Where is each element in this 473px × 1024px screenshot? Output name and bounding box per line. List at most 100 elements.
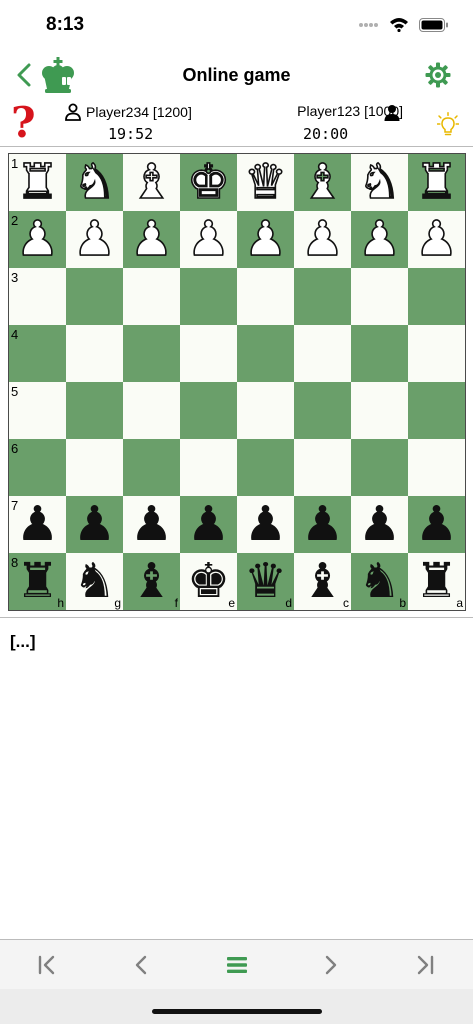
- last-move-icon[interactable]: [412, 952, 438, 978]
- board-square[interactable]: [408, 439, 465, 496]
- board-square[interactable]: ♜: [408, 153, 465, 211]
- black-pawn-piece[interactable]: ♟: [408, 496, 465, 553]
- white-rook-piece[interactable]: ♜: [9, 153, 66, 211]
- board-square[interactable]: [351, 268, 408, 325]
- board-square[interactable]: 2 ♟: [9, 210, 66, 268]
- board-square[interactable]: 5: [9, 382, 66, 439]
- board-square[interactable]: ♟: [237, 496, 294, 553]
- board-square[interactable]: 4: [9, 325, 66, 382]
- board-square[interactable]: [351, 325, 408, 382]
- board-square[interactable]: ♝: [123, 153, 180, 211]
- board-square[interactable]: [294, 268, 351, 325]
- move-notation-text[interactable]: [...]: [10, 632, 36, 652]
- board-square[interactable]: a ♜: [408, 553, 465, 610]
- white-knight-piece[interactable]: ♞: [351, 153, 408, 211]
- board-square[interactable]: [351, 439, 408, 496]
- black-pawn-piece[interactable]: ♟: [9, 496, 66, 553]
- board-square[interactable]: [180, 268, 237, 325]
- white-pawn-piece[interactable]: ♟: [408, 210, 465, 268]
- board-square[interactable]: [180, 382, 237, 439]
- white-pawn-piece[interactable]: ♟: [9, 210, 66, 268]
- board-square[interactable]: d ♛: [237, 553, 294, 610]
- chess-board[interactable]: 1 ♜ ♞ ♝ ♚ ♛ ♝ ♞ ♜ 2 ♟ ♟ ♟ ♟ ♟ ♟ ♟ ♟ 3 4 5 6 7 ♟ ♟ ♟ ♟ ♟ ♟ ♟ ♟ 8 h ♜ g ♞ f ♝ e ♚…: [8, 153, 466, 611]
- board-square[interactable]: ♟: [66, 496, 123, 553]
- board-square[interactable]: ♟: [351, 496, 408, 553]
- black-bishop-piece[interactable]: ♝: [123, 553, 180, 610]
- board-square[interactable]: ♟: [351, 210, 408, 268]
- board-square[interactable]: ♟: [180, 210, 237, 268]
- board-square[interactable]: ♟: [237, 210, 294, 268]
- white-pawn-piece[interactable]: ♟: [180, 210, 237, 268]
- board-square[interactable]: [123, 268, 180, 325]
- board-square[interactable]: [180, 325, 237, 382]
- previous-move-icon[interactable]: [128, 952, 154, 978]
- board-square[interactable]: ♛: [237, 153, 294, 211]
- board-square[interactable]: ♟: [294, 210, 351, 268]
- first-move-icon[interactable]: [34, 952, 60, 978]
- white-pawn-piece[interactable]: ♟: [66, 210, 123, 268]
- menu-icon[interactable]: [224, 952, 250, 978]
- white-bishop-piece[interactable]: ♝: [123, 153, 180, 211]
- black-bishop-piece[interactable]: ♝: [294, 553, 351, 610]
- black-rook-piece[interactable]: ♜: [408, 553, 465, 610]
- board-square[interactable]: [237, 382, 294, 439]
- black-knight-piece[interactable]: ♞: [66, 553, 123, 610]
- question-mark-icon[interactable]: ?: [11, 98, 36, 147]
- board-square[interactable]: 3: [9, 268, 66, 325]
- board-square[interactable]: ♟: [294, 496, 351, 553]
- board-square[interactable]: [237, 325, 294, 382]
- board-square[interactable]: ♝: [294, 153, 351, 211]
- board-square[interactable]: 7 ♟: [9, 496, 66, 553]
- gear-icon[interactable]: [425, 62, 451, 88]
- board-square[interactable]: ♟: [408, 496, 465, 553]
- board-square[interactable]: [294, 439, 351, 496]
- board-square[interactable]: g ♞: [66, 553, 123, 610]
- white-knight-piece[interactable]: ♞: [66, 153, 123, 211]
- black-knight-piece[interactable]: ♞: [351, 553, 408, 610]
- board-square[interactable]: [294, 325, 351, 382]
- white-queen-piece[interactable]: ♛: [237, 153, 294, 211]
- board-square[interactable]: [408, 268, 465, 325]
- board-square[interactable]: ♟: [180, 496, 237, 553]
- board-square[interactable]: [408, 382, 465, 439]
- board-square[interactable]: 1 ♜: [9, 153, 66, 211]
- black-pawn-piece[interactable]: ♟: [294, 496, 351, 553]
- board-square[interactable]: [123, 439, 180, 496]
- black-pawn-piece[interactable]: ♟: [351, 496, 408, 553]
- white-bishop-piece[interactable]: ♝: [294, 153, 351, 211]
- black-king-piece[interactable]: ♚: [180, 553, 237, 610]
- board-square[interactable]: [66, 439, 123, 496]
- black-rook-piece[interactable]: ♜: [9, 553, 66, 610]
- board-square[interactable]: ♟: [66, 210, 123, 268]
- black-pawn-piece[interactable]: ♟: [180, 496, 237, 553]
- black-queen-piece[interactable]: ♛: [237, 553, 294, 610]
- white-pawn-piece[interactable]: ♟: [294, 210, 351, 268]
- black-pawn-piece[interactable]: ♟: [123, 496, 180, 553]
- board-square[interactable]: [66, 382, 123, 439]
- board-square[interactable]: [123, 325, 180, 382]
- board-square[interactable]: b ♞: [351, 553, 408, 610]
- board-square[interactable]: e ♚: [180, 553, 237, 610]
- home-indicator[interactable]: [152, 1009, 322, 1014]
- board-square[interactable]: [237, 439, 294, 496]
- board-square[interactable]: ♚: [180, 153, 237, 211]
- black-pawn-piece[interactable]: ♟: [66, 496, 123, 553]
- white-pawn-piece[interactable]: ♟: [237, 210, 294, 268]
- board-square[interactable]: [66, 325, 123, 382]
- black-pawn-piece[interactable]: ♟: [237, 496, 294, 553]
- board-square[interactable]: 6: [9, 439, 66, 496]
- board-square[interactable]: ♟: [123, 496, 180, 553]
- white-rook-piece[interactable]: ♜: [408, 153, 465, 211]
- board-square[interactable]: [408, 325, 465, 382]
- board-square[interactable]: [237, 268, 294, 325]
- board-square[interactable]: [351, 382, 408, 439]
- board-square[interactable]: [294, 382, 351, 439]
- board-square[interactable]: ♞: [66, 153, 123, 211]
- board-square[interactable]: ♟: [408, 210, 465, 268]
- board-square[interactable]: ♞: [351, 153, 408, 211]
- board-square[interactable]: [180, 439, 237, 496]
- board-square[interactable]: ♟: [123, 210, 180, 268]
- white-pawn-piece[interactable]: ♟: [123, 210, 180, 268]
- board-square[interactable]: c ♝: [294, 553, 351, 610]
- board-square[interactable]: f ♝: [123, 553, 180, 610]
